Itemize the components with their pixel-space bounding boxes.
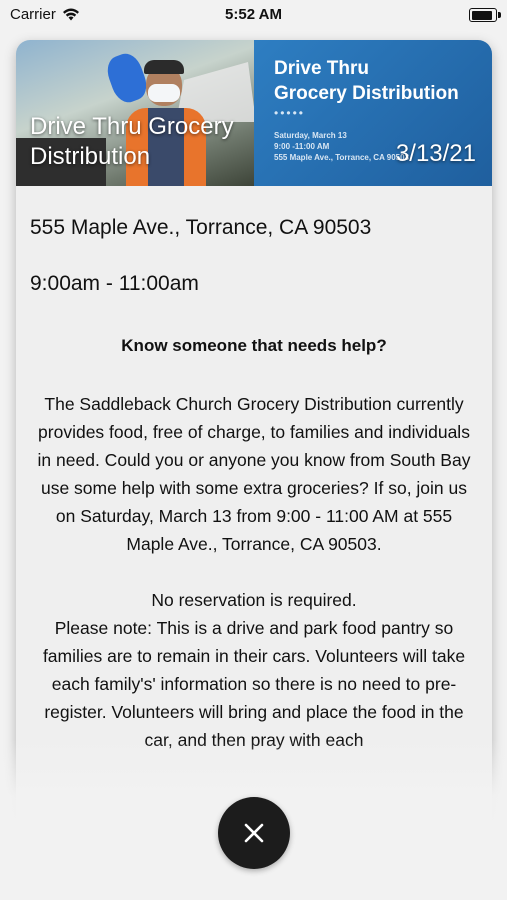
flyer-address: 555 Maple Ave., Torrance, CA 90503 [274, 153, 410, 162]
description-paragraph: The Saddleback Church Grocery Distributi… [37, 394, 471, 554]
event-hours: 9:00am - 11:00am [30, 272, 199, 295]
flyer-time: 9:00 -11:00 AM [274, 142, 330, 151]
description-paragraph: Please note: This is a drive and park fo… [42, 618, 466, 750]
event-banner: Drive Thru Grocery Distribution ••••• Sa… [16, 40, 492, 186]
event-title: Drive Thru Grocery Distribution [30, 113, 234, 170]
battery-icon [469, 8, 501, 22]
status-time: 5:52 AM [225, 6, 282, 23]
flyer-title: Drive Thru Grocery Distribution [274, 58, 459, 104]
flyer-date: Saturday, March 13 [274, 131, 347, 140]
description-heading: Know someone that needs help? [121, 336, 387, 355]
event-description: The Saddleback Church Grocery Distributi… [30, 390, 478, 754]
event-date: 3/13/21 [395, 140, 476, 167]
close-button[interactable] [218, 797, 290, 869]
flyer-details: Saturday, March 13 9:00 -11:00 AM 555 Ma… [274, 130, 409, 163]
description-paragraph: No reservation is required. [151, 590, 357, 610]
event-address[interactable]: 555 Maple Ave., Torrance, CA 90503 [30, 216, 371, 240]
close-icon [244, 823, 264, 843]
status-bar: Carrier 5:52 AM [0, 0, 507, 28]
